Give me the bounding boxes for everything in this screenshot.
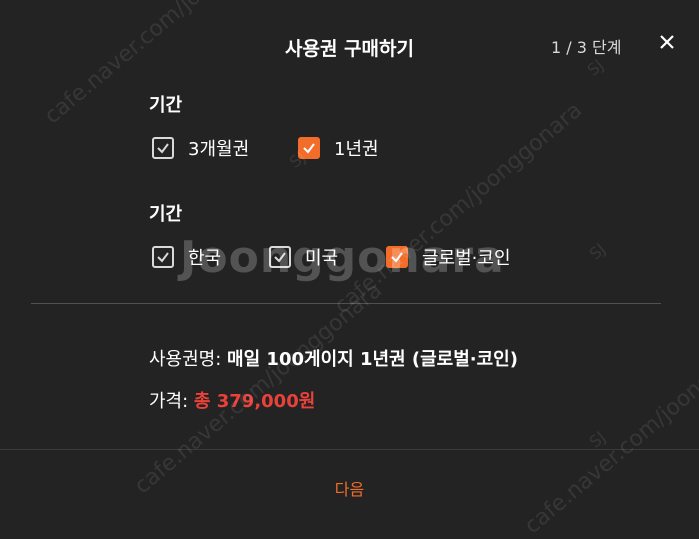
purchase-modal: 사용권 구매하기 1 / 3 단계 기간 3개월권 1년권 기간 한국 미국 글… [0,0,699,539]
option-usa-label: 미국 [305,248,339,269]
close-icon[interactable] [656,31,678,53]
option-global-label: 글로벌·코인 [422,248,511,269]
product-name-key: 사용권명: [149,349,222,370]
option-3month[interactable]: 3개월권 [152,135,249,161]
period-label: 기간 [149,95,183,116]
option-korea[interactable]: 한국 [152,244,221,270]
price-value: 총 379,000원 [193,391,316,412]
watermark-initials: SJ [585,239,610,264]
checkbox-korea[interactable] [152,246,174,268]
checkbox-3month[interactable] [152,137,174,159]
divider [31,303,661,304]
check-icon [391,252,403,263]
watermark-text: cafe.naver.com/joonggonara [330,97,588,320]
product-name-row: 사용권명: 매일 100게이지 1년권 (글로벌·코인) [149,345,518,371]
option-korea-label: 한국 [188,248,222,269]
option-3month-label: 3개월권 [188,139,250,160]
check-icon [274,252,286,263]
checkbox-1year[interactable] [298,137,320,159]
check-icon [303,143,315,154]
price-key: 가격: [149,391,189,412]
watermark-text: cafe.naver.com/joonggonara [520,317,699,539]
option-1year-label: 1년권 [334,139,379,160]
step-indicator: 1 / 3 단계 [551,38,622,57]
footer-divider [0,449,699,450]
option-usa[interactable]: 미국 [269,244,338,270]
product-name-value: 매일 100게이지 1년권 (글로벌·코인) [227,349,518,370]
checkbox-global[interactable] [386,246,408,268]
next-button[interactable]: 다음 [0,476,699,500]
check-icon [157,252,169,263]
option-1year[interactable]: 1년권 [298,135,379,161]
check-icon [157,143,169,154]
price-row: 가격: 총 379,000원 [149,387,315,413]
watermark-initials: SJ [585,427,610,452]
checkbox-usa[interactable] [269,246,291,268]
option-global[interactable]: 글로벌·코인 [386,244,511,270]
region-label: 기간 [149,204,183,225]
